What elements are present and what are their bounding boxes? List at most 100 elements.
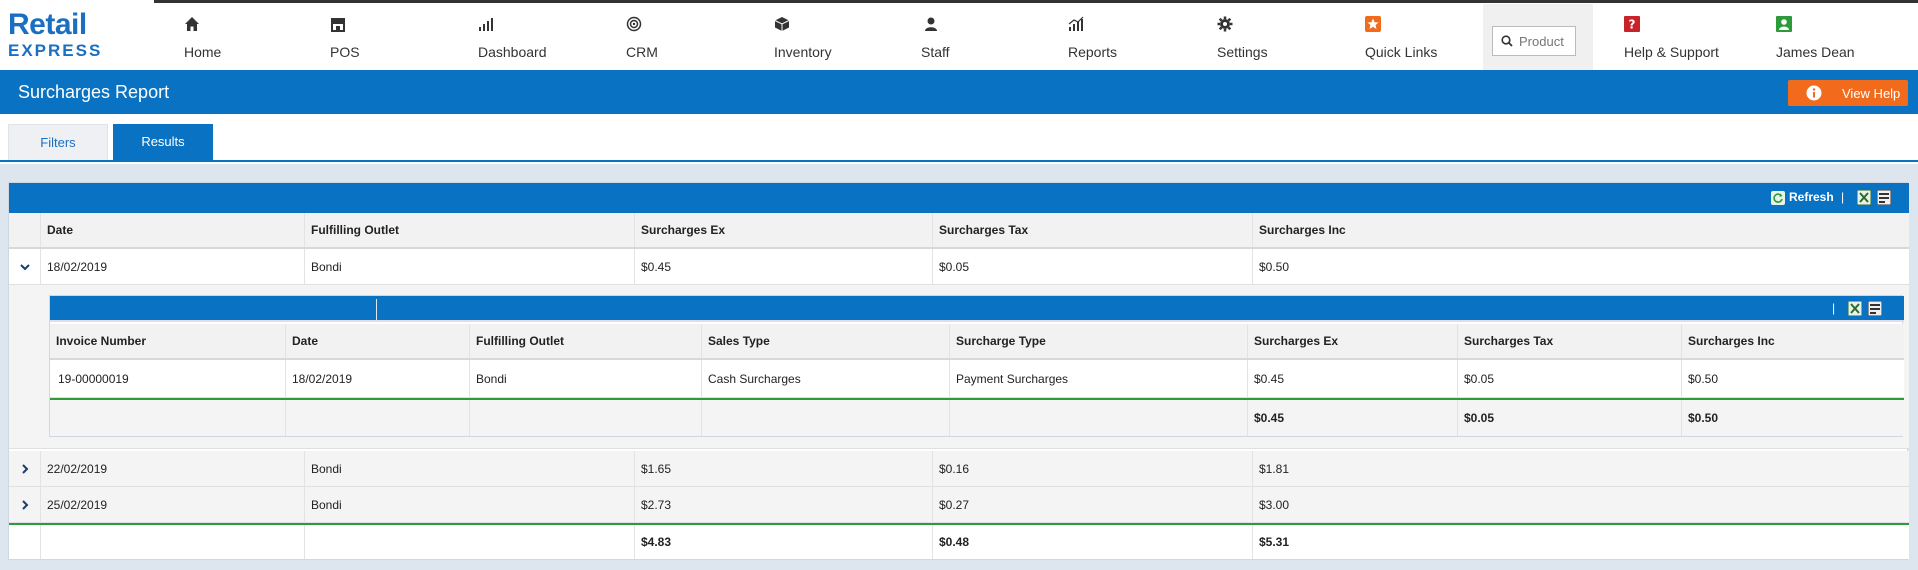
header-surcharges-ex[interactable]: Surcharges Ex <box>635 213 933 247</box>
bar-chart-icon <box>479 18 493 31</box>
total-surcharges-tax: $0.48 <box>933 525 1253 559</box>
chart-icon <box>1068 16 1084 31</box>
cell-outlet: Bondi <box>305 487 635 522</box>
subgrid-excel-export-icon[interactable] <box>1848 301 1862 316</box>
total-surcharges-ex: $4.83 <box>635 525 933 559</box>
nav-pos-label: POS <box>330 44 360 60</box>
sub-header-date[interactable]: Date <box>286 324 470 358</box>
retail-express-logo[interactable]: Retail EXPRESS <box>8 10 128 62</box>
invoice-subgrid: | Invoice Number Date Fulfilling Outlet … <box>49 295 1904 437</box>
sub-cell-invoice-number: 19-00000019 <box>50 360 286 397</box>
top-border <box>154 0 1918 3</box>
nav-inventory[interactable]: Inventory <box>744 14 864 64</box>
nav-crm[interactable]: CRM <box>596 14 696 64</box>
subgrid-header-row: Invoice Number Date Fulfilling Outlet Sa… <box>50 324 1904 360</box>
subgrid-csv-export-icon[interactable] <box>1868 301 1882 316</box>
toolbar-separator: | <box>1841 190 1845 204</box>
cell-surcharges-tax: $0.05 <box>933 249 1253 284</box>
cell-surcharges-inc: $0.50 <box>1259 259 1290 274</box>
cell-date: 22/02/2019 <box>41 451 305 486</box>
nav-home-label: Home <box>184 44 222 60</box>
sub-header-surcharge-type[interactable]: Surcharge Type <box>950 324 1248 358</box>
sub-total-surcharges-tax: $0.05 <box>1458 400 1682 436</box>
search-icon <box>1501 35 1513 47</box>
cell-surcharges-ex: $1.65 <box>635 451 933 486</box>
sub-cell-surcharges-ex: $0.45 <box>1248 360 1458 397</box>
sub-header-surcharges-inc[interactable]: Surcharges Inc <box>1682 324 1904 358</box>
sub-header-surcharges-ex[interactable]: Surcharges Ex <box>1248 324 1458 358</box>
grid-header-row: Date Fulfilling Outlet Surcharges Ex Sur… <box>9 213 1909 249</box>
cell-surcharges-tax: $0.27 <box>933 487 1253 522</box>
user-icon <box>925 17 937 31</box>
nav-crm-label: CRM <box>626 44 658 60</box>
row-expand-toggle[interactable] <box>9 249 41 284</box>
header-date[interactable]: Date <box>41 213 305 247</box>
product-search-area <box>1483 4 1593 70</box>
nav-user-account[interactable]: James Dean <box>1746 14 1886 64</box>
chevron-down-icon <box>19 263 30 270</box>
nav-home[interactable]: Home <box>152 14 252 64</box>
sub-total-empty <box>470 400 702 436</box>
logo-line-2: EXPRESS <box>8 41 103 60</box>
total-empty <box>305 525 635 559</box>
excel-export-icon[interactable] <box>1857 190 1871 205</box>
results-grid: Refresh | Date Fulfilling Outlet Surchar… <box>8 182 1909 560</box>
total-empty <box>9 525 41 559</box>
nav-user-label: James Dean <box>1776 44 1855 60</box>
user-badge-icon <box>1776 16 1792 32</box>
subgrid-row: 19-00000019 18/02/2019 Bondi Cash Surcha… <box>50 360 1904 398</box>
row-expand-toggle[interactable] <box>9 487 41 522</box>
nav-reports[interactable]: Reports <box>1038 14 1148 64</box>
product-search-box[interactable] <box>1492 26 1576 56</box>
nav-help-support[interactable]: ? Help & Support <box>1594 14 1734 64</box>
sub-header-fulfilling-outlet[interactable]: Fulfilling Outlet <box>470 324 702 358</box>
header-fulfilling-outlet[interactable]: Fulfilling Outlet <box>305 213 635 247</box>
cell-surcharges-inc: $3.00 <box>1259 497 1290 512</box>
total-empty <box>41 525 305 559</box>
product-search-input[interactable] <box>1519 31 1575 51</box>
tab-results[interactable]: Results <box>113 124 213 160</box>
header-surcharges-tax[interactable]: Surcharges Tax <box>933 213 1253 247</box>
chevron-right-icon <box>21 463 28 474</box>
nav-inventory-label: Inventory <box>774 44 832 60</box>
table-row: 18/02/2019 Bondi $0.45 $0.05 $0.50 <box>9 249 1909 285</box>
nav-quick-links[interactable]: Quick Links <box>1335 14 1465 64</box>
nav-quick-links-label: Quick Links <box>1365 44 1438 60</box>
nav-settings[interactable]: Settings <box>1187 14 1297 64</box>
page-title: Surcharges Report <box>18 82 170 102</box>
cell-surcharges-ex: $0.45 <box>635 249 933 284</box>
sub-cell-date: 18/02/2019 <box>286 360 470 397</box>
tab-filters[interactable]: Filters <box>8 124 108 160</box>
cell-surcharges-ex: $2.73 <box>635 487 933 522</box>
csv-export-icon[interactable] <box>1877 190 1891 205</box>
sub-cell-surcharges-inc: $0.50 <box>1688 371 1719 386</box>
info-icon <box>1806 85 1822 101</box>
nav-reports-label: Reports <box>1068 44 1118 60</box>
refresh-icon <box>1771 190 1785 205</box>
nav-dashboard[interactable]: Dashboard <box>448 14 568 64</box>
view-help-button[interactable]: View Help <box>1788 80 1908 106</box>
nav-dashboard-label: Dashboard <box>478 44 547 60</box>
question-icon: ? <box>1624 16 1640 32</box>
report-tabs: Filters Results <box>0 114 1918 162</box>
subgrid-totals-row: $0.45 $0.05 $0.50 <box>50 398 1904 436</box>
cell-surcharges-inc: $1.81 <box>1259 461 1290 476</box>
view-help-label: View Help <box>1842 86 1901 101</box>
header-expander-cell <box>9 213 41 247</box>
sub-cell-surcharge-type: Payment Surcharges <box>950 360 1248 397</box>
refresh-button[interactable]: Refresh <box>1771 190 1834 205</box>
grid-toolbar: Refresh | <box>9 183 1909 213</box>
header-surcharges-inc[interactable]: Surcharges Inc <box>1253 213 1909 247</box>
table-row: 25/02/2019 Bondi $2.73 $0.27 $3.00 <box>9 487 1909 523</box>
nav-pos[interactable]: POS <box>298 14 398 64</box>
row-expand-toggle[interactable] <box>9 451 41 486</box>
sub-total-empty <box>950 400 1248 436</box>
cell-date: 25/02/2019 <box>41 487 305 522</box>
nav-staff[interactable]: Staff <box>891 14 991 64</box>
svg-text:?: ? <box>1629 18 1636 32</box>
sub-header-surcharges-tax[interactable]: Surcharges Tax <box>1458 324 1682 358</box>
sub-header-invoice-number[interactable]: Invoice Number <box>50 324 286 358</box>
sub-header-sales-type[interactable]: Sales Type <box>702 324 950 358</box>
box-icon <box>774 17 790 31</box>
sub-total-empty <box>286 400 470 436</box>
